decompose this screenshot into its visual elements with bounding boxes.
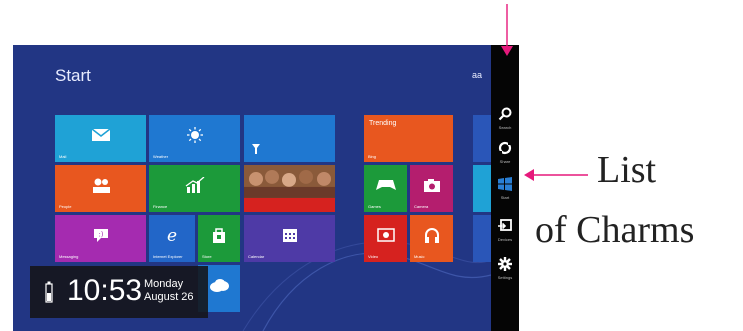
annotation-line1: List <box>597 149 657 191</box>
annotation-line2: of Charms <box>535 209 695 251</box>
down-arrow-icon <box>501 46 513 56</box>
left-arrow-icon <box>524 169 534 181</box>
